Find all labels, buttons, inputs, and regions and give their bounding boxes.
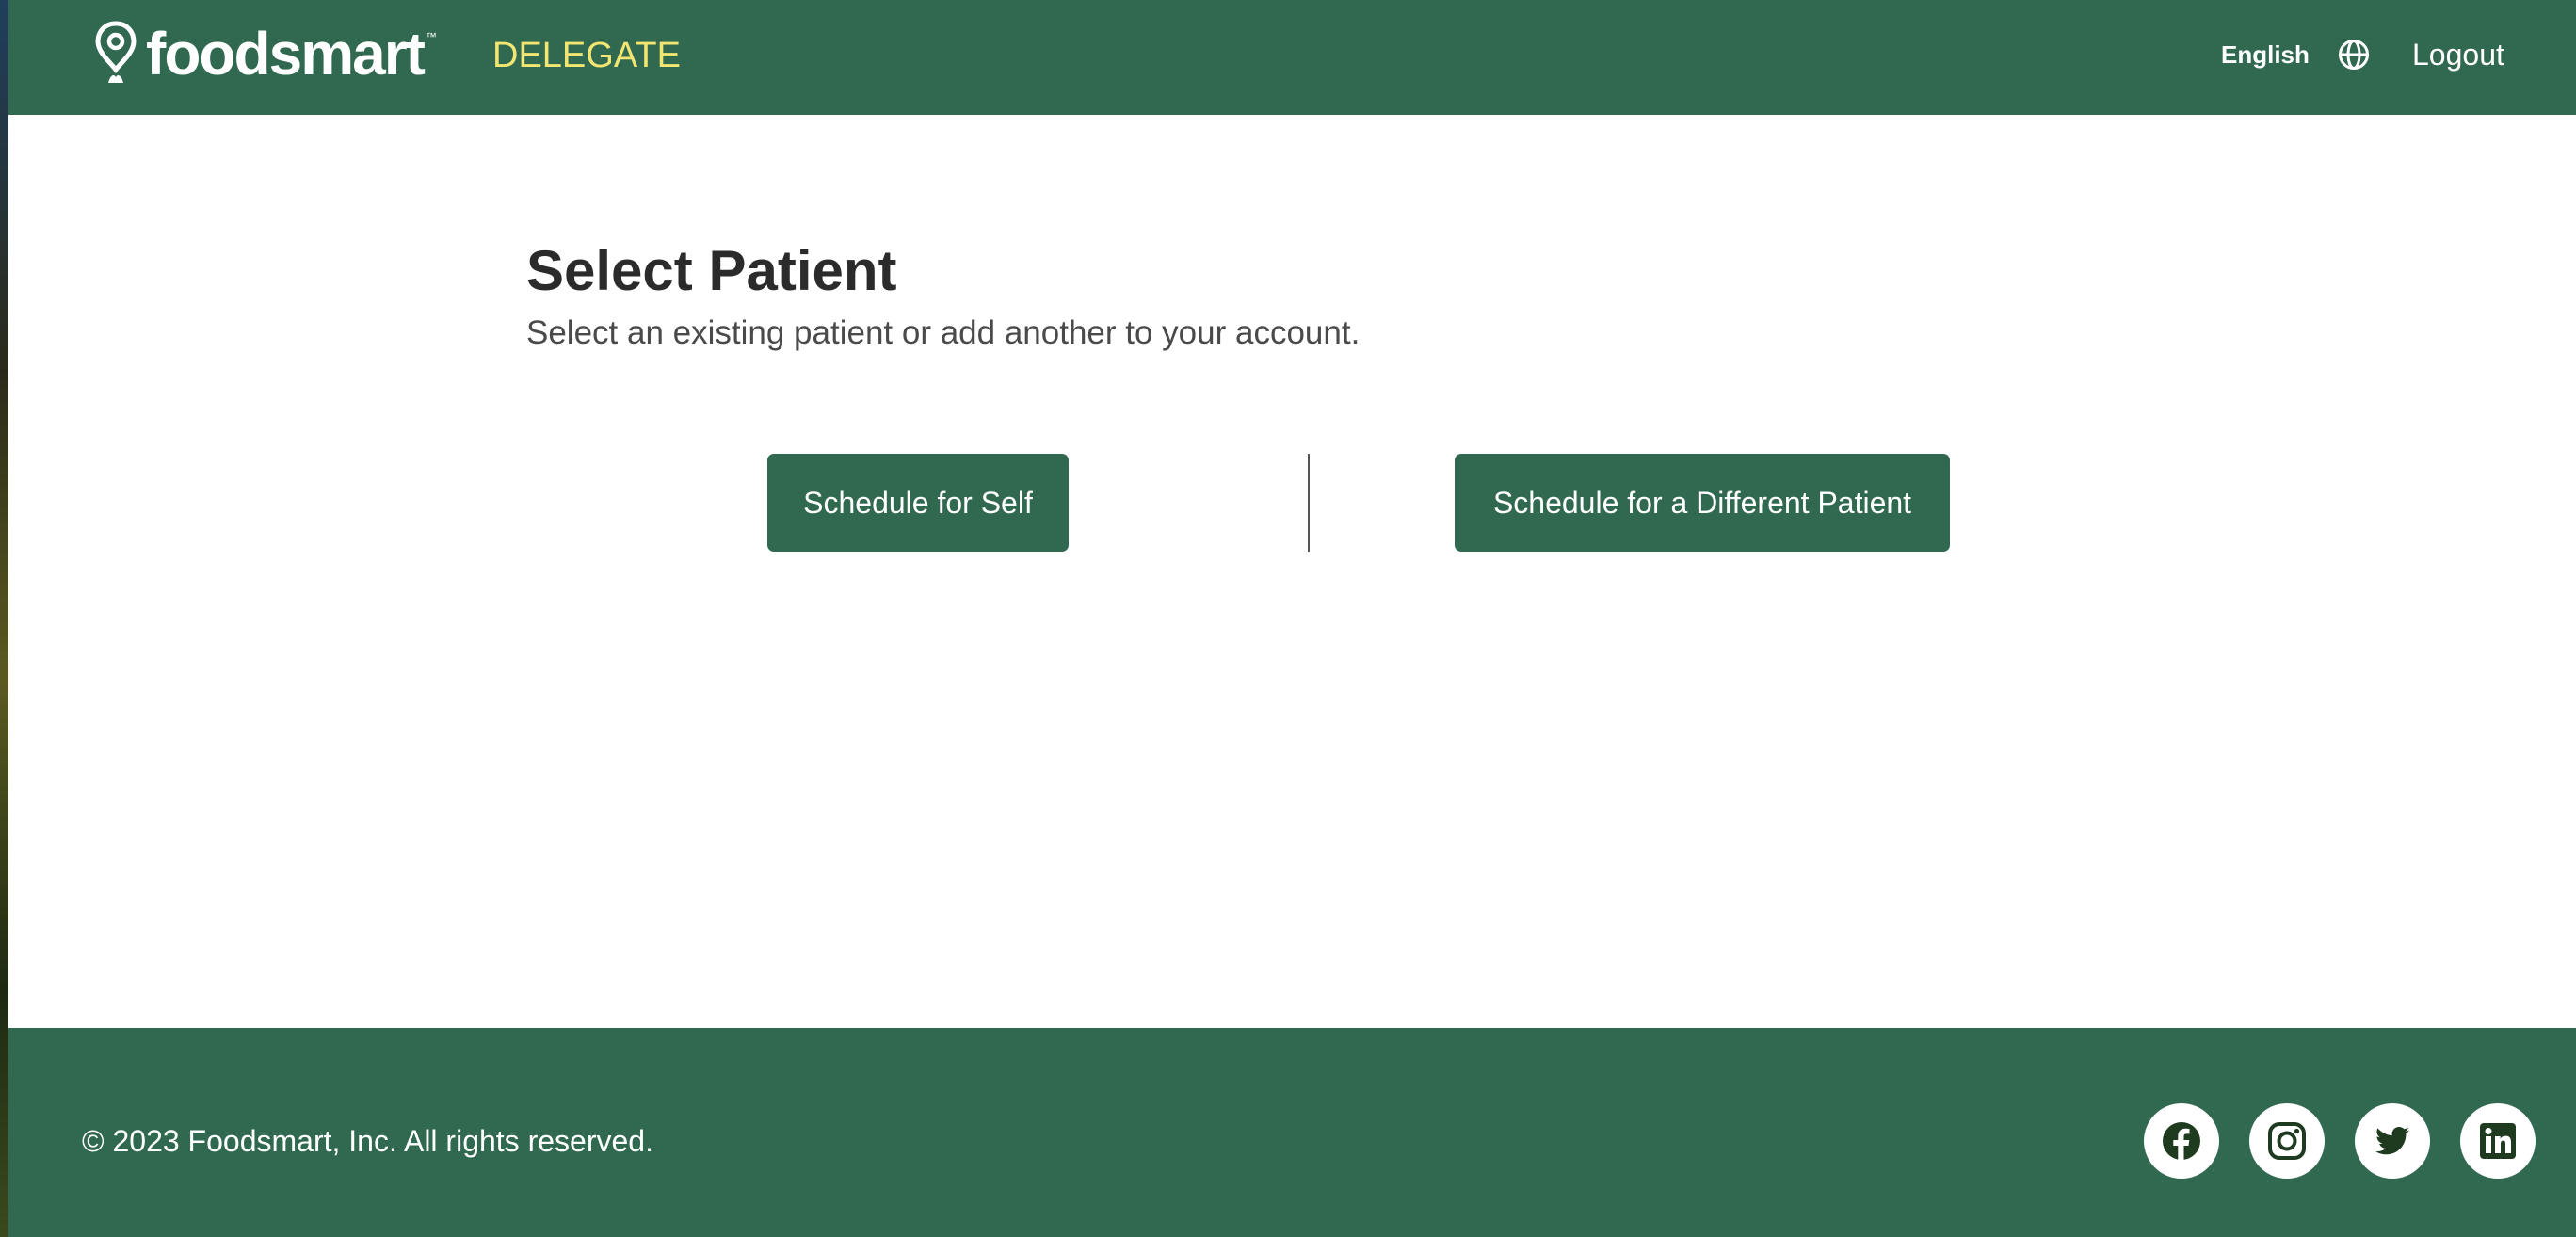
logo-wordmark: foodsmart [146,20,426,88]
page: foodsmart ™ DELEGATE English Logout Sele… [0,0,2576,1237]
linkedin-icon [2480,1123,2516,1159]
twitter-icon [2375,1127,2409,1155]
schedule-for-different-patient-button[interactable]: Schedule for a Different Patient [1455,454,1950,552]
delegate-label: DELEGATE [492,36,681,75]
location-pin-icon [95,21,137,83]
language-label: English [2221,40,2310,69]
logout-link[interactable]: Logout [2412,36,2504,73]
facebook-link[interactable] [2144,1103,2219,1179]
twitter-link[interactable] [2355,1103,2430,1179]
page-title: Select Patient [526,239,897,302]
desktop-background-strip [0,0,8,1237]
social-links [2144,1103,2536,1179]
top-nav-bar: foodsmart ™ DELEGATE English Logout [8,0,2576,115]
foodsmart-logo[interactable]: foodsmart ™ [95,21,437,87]
linkedin-link[interactable] [2460,1103,2536,1179]
globe-icon [2338,40,2369,70]
instagram-icon [2268,1122,2306,1160]
page-subtitle: Select an existing patient or add anothe… [526,314,1360,351]
language-selector[interactable]: English [2221,36,2370,73]
vertical-divider [1308,454,1310,552]
schedule-for-self-button[interactable]: Schedule for Self [767,454,1069,552]
instagram-link[interactable] [2249,1103,2325,1179]
footer: © 2023 Foodsmart, Inc. All rights reserv… [8,1028,2576,1237]
logo-trademark: ™ [425,30,437,43]
copyright-text: © 2023 Foodsmart, Inc. All rights reserv… [82,1124,653,1158]
facebook-icon [2163,1122,2200,1160]
main-content: Select Patient Select an existing patien… [8,115,2576,1028]
